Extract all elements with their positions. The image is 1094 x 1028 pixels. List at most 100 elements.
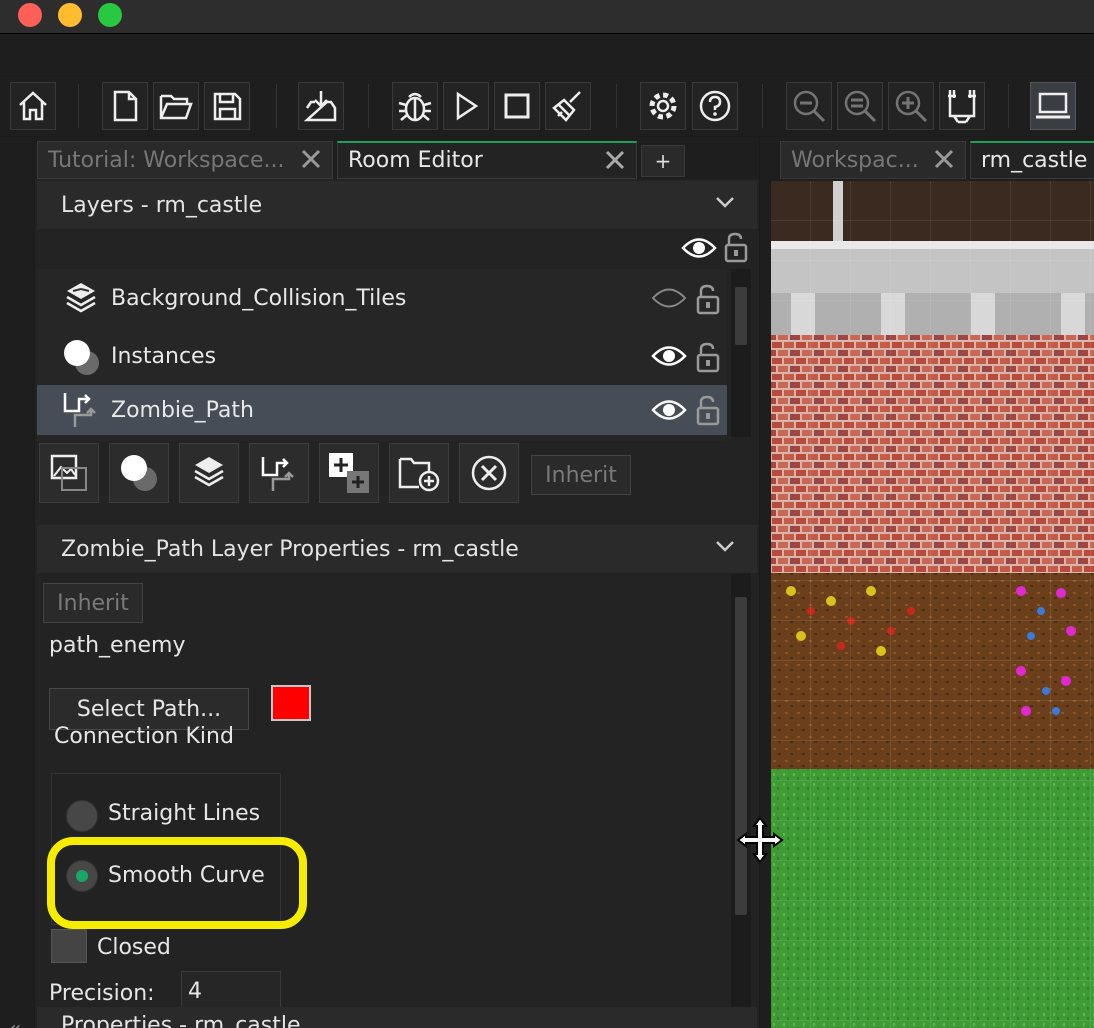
room-tab-bar: Workspac... rm_castle — [760, 137, 1094, 179]
tab-room-editor[interactable]: Room Editor — [337, 141, 637, 179]
close-icon[interactable] — [604, 149, 626, 171]
layers-inherit-button[interactable]: Inherit — [531, 455, 631, 495]
lock-icon[interactable] — [695, 341, 721, 373]
lock-icon[interactable] — [695, 394, 721, 426]
layer-label: Background_Collision_Tiles — [111, 285, 407, 311]
layer-list-scrollbar[interactable] — [731, 269, 751, 437]
radio-straight-lines[interactable] — [66, 800, 98, 832]
layer-actions: Inherit — [37, 443, 757, 507]
eye-hidden-icon[interactable] — [651, 285, 687, 311]
properties-scrollbar[interactable] — [731, 573, 751, 1007]
fit-icon — [948, 90, 976, 124]
workspace-tab-bar: Tutorial: Workspace... Room Editor + — [35, 137, 759, 179]
lock-icon[interactable] — [695, 283, 721, 315]
delete-layer-button[interactable] — [459, 443, 519, 503]
image-layer-icon — [50, 454, 87, 491]
instance-layer-icon — [64, 340, 99, 375]
eye-icon[interactable] — [651, 397, 687, 423]
layer-list: Background_Collision_Tiles Instances Zom… — [37, 269, 727, 441]
add-tab-button[interactable]: + — [641, 145, 685, 177]
save-button[interactable] — [204, 82, 250, 130]
connection-kind-label: Connection Kind — [54, 724, 234, 749]
new-file-button[interactable] — [102, 82, 148, 130]
debug-button[interactable] — [392, 82, 438, 130]
add-layer-icon — [329, 453, 369, 493]
add-background-layer-button[interactable] — [39, 443, 99, 503]
properties-title: Properties - rm_castle — [61, 1013, 301, 1028]
layer-label: Instances — [111, 343, 217, 369]
export-icon — [303, 91, 337, 122]
settings-button[interactable] — [640, 82, 686, 130]
tab-tutorial-workspace[interactable]: Tutorial: Workspace... — [37, 141, 333, 179]
clean-button[interactable] — [545, 82, 591, 130]
tab-label: Tutorial: Workspace... — [48, 147, 285, 173]
closed-checkbox[interactable] — [51, 929, 87, 963]
delete-icon — [471, 455, 507, 491]
zoom-out-button[interactable] — [786, 82, 832, 130]
tile-layer-icon — [66, 283, 96, 313]
help-button[interactable] — [692, 82, 738, 130]
maximize-window-button[interactable] — [98, 3, 122, 27]
layer-properties-body: Inherit path_enemy Select Path... Connec… — [37, 573, 757, 1011]
close-icon[interactable] — [933, 148, 955, 170]
close-icon[interactable] — [300, 148, 322, 170]
closed-label: Closed — [97, 935, 171, 960]
eye-icon[interactable] — [651, 343, 687, 369]
add-instance-layer-button[interactable] — [109, 443, 169, 503]
room-canvas[interactable] — [771, 181, 1094, 1028]
stop-icon — [504, 93, 530, 119]
home-button[interactable] — [10, 82, 56, 130]
stop-button[interactable] — [494, 82, 540, 130]
precision-input[interactable]: 4 — [181, 971, 281, 1011]
lock-icon[interactable] — [723, 231, 749, 263]
fit-view-button[interactable] — [939, 82, 985, 130]
run-button[interactable] — [443, 82, 489, 130]
tab-rm-castle[interactable]: rm_castle — [970, 141, 1094, 179]
layers-header[interactable]: Layers - rm_castle — [37, 181, 757, 229]
room-canvas-area: Workspac... rm_castle — [760, 137, 1094, 1028]
eye-icon[interactable] — [681, 235, 717, 261]
zoom-in-button[interactable] — [888, 82, 934, 130]
scrollbar-thumb[interactable] — [735, 597, 747, 915]
collapse-panel-button[interactable]: « — [8, 1017, 21, 1028]
add-layer-folder-button[interactable] — [389, 443, 449, 503]
room-preview — [771, 181, 1094, 1028]
export-button[interactable] — [298, 82, 344, 130]
layer-row-zombie-path[interactable]: Zombie_Path — [37, 385, 727, 435]
move-cursor-icon — [736, 816, 784, 864]
open-button[interactable] — [153, 82, 199, 130]
zoom-in-icon — [895, 90, 928, 123]
highlight-annotation — [47, 837, 307, 929]
properties-header[interactable]: Properties - rm_castle — [37, 1007, 757, 1028]
path-color-swatch[interactable] — [271, 685, 311, 721]
zoom-reset-icon — [844, 90, 877, 123]
layer-properties-header[interactable]: Zombie_Path Layer Properties - rm_castle — [37, 525, 757, 573]
add-path-layer-button[interactable] — [249, 443, 309, 503]
add-asset-layer-button[interactable] — [319, 443, 379, 503]
layer-row-instances[interactable]: Instances — [37, 327, 727, 385]
save-icon — [213, 92, 242, 121]
add-tile-layer-button[interactable] — [179, 443, 239, 503]
close-window-button[interactable] — [18, 3, 42, 27]
path-name: path_enemy — [49, 633, 186, 658]
tab-label: Workspac... — [791, 147, 919, 173]
layer-panel: Background_Collision_Tiles Instances Zom… — [37, 229, 757, 571]
debug-icon — [398, 92, 432, 122]
main-toolbar — [0, 76, 1094, 136]
zoom-out-icon — [793, 90, 826, 123]
home-icon — [19, 91, 47, 121]
scrollbar-thumb[interactable] — [735, 287, 747, 345]
zoom-reset-button[interactable] — [837, 82, 883, 130]
chevron-down-icon — [716, 541, 734, 552]
add-folder-icon — [398, 457, 440, 492]
path-layer-icon — [63, 393, 96, 427]
tab-label: rm_castle — [981, 148, 1088, 173]
tab-workspace[interactable]: Workspac... — [780, 141, 966, 179]
target-device-button[interactable] — [1030, 82, 1076, 130]
layer-label: Zombie_Path — [111, 397, 254, 423]
new-file-icon — [113, 90, 138, 122]
properties-inherit-button[interactable]: Inherit — [43, 583, 143, 623]
chevron-down-icon — [716, 197, 734, 208]
layer-row-background-collision-tiles[interactable]: Background_Collision_Tiles — [37, 269, 727, 327]
minimize-window-button[interactable] — [58, 3, 82, 27]
